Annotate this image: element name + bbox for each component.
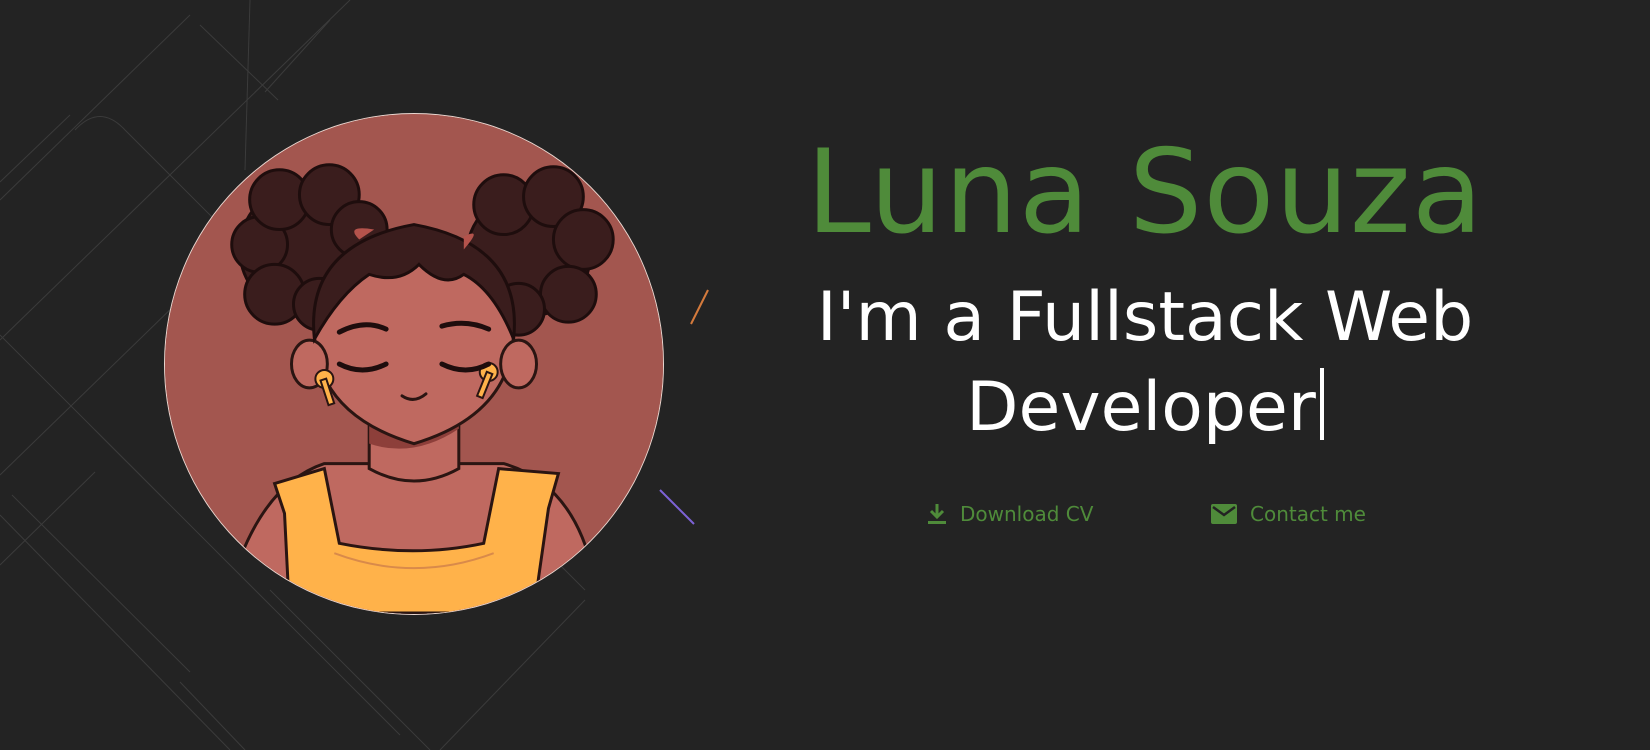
hero-text: Luna Souza I'm a Fullstack Web Developer (790, 130, 1500, 453)
tagline-text: I'm a Fullstack Web Developer (816, 278, 1474, 448)
portfolio-hero: Luna Souza I'm a Fullstack Web Developer… (0, 0, 1650, 750)
contact-me-label: Contact me (1250, 502, 1366, 526)
avatar (164, 113, 664, 615)
download-icon (928, 504, 946, 524)
purple-spark (659, 489, 695, 525)
tagline: I'm a Fullstack Web Developer (790, 273, 1500, 453)
download-cv-button[interactable]: Download CV (926, 497, 1093, 531)
orange-spark (690, 289, 709, 325)
name-heading: Luna Souza (806, 125, 1484, 260)
download-cv-label: Download CV (960, 502, 1094, 526)
contact-me-button[interactable]: Contact me (1210, 497, 1366, 531)
girl-avatar-illustration (165, 115, 663, 614)
typing-cursor (1319, 368, 1324, 441)
mail-icon (1211, 504, 1237, 524)
action-buttons: Download CV Contact me (924, 497, 1384, 531)
